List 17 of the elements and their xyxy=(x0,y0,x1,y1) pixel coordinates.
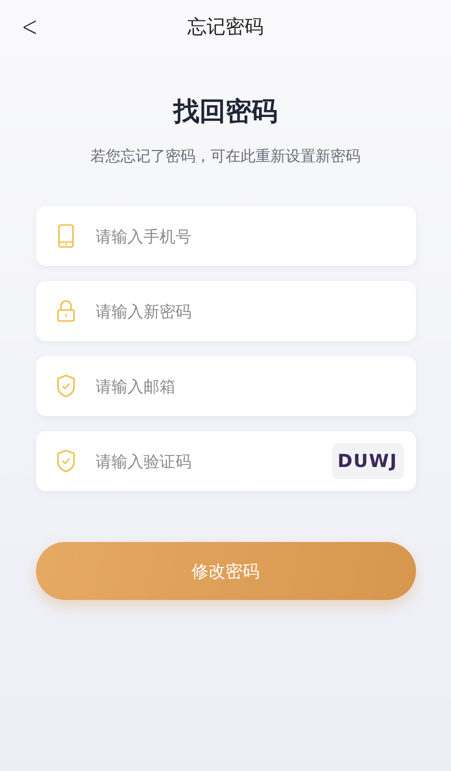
input-field[interactable]: 请输入验证码 DUWJ xyxy=(36,431,416,491)
text-input[interactable]: 请输入邮箱 xyxy=(94,376,404,396)
subtitle: 若您忘记了密码，可在此重新设置新密码 xyxy=(90,147,360,166)
heading: 找回密码 xyxy=(174,96,278,129)
captcha-image[interactable]: DUWJ xyxy=(332,443,404,479)
page-title: 忘记密码 xyxy=(188,15,264,40)
text-input[interactable]: 请输入新密码 xyxy=(94,300,404,322)
phone-icon xyxy=(56,224,76,248)
lock-icon xyxy=(56,299,76,323)
input-field[interactable]: 请输入手机号 xyxy=(36,206,416,266)
input-field[interactable]: 请输入新密码 xyxy=(36,281,416,341)
shield-check-icon xyxy=(56,449,76,473)
back-button[interactable]: < xyxy=(18,10,41,43)
text-input[interactable]: 请输入手机号 xyxy=(94,226,404,246)
text-input[interactable]: 请输入验证码 xyxy=(94,450,332,472)
shield-check-icon xyxy=(56,374,76,398)
input-field[interactable]: 请输入邮箱 xyxy=(36,356,416,416)
